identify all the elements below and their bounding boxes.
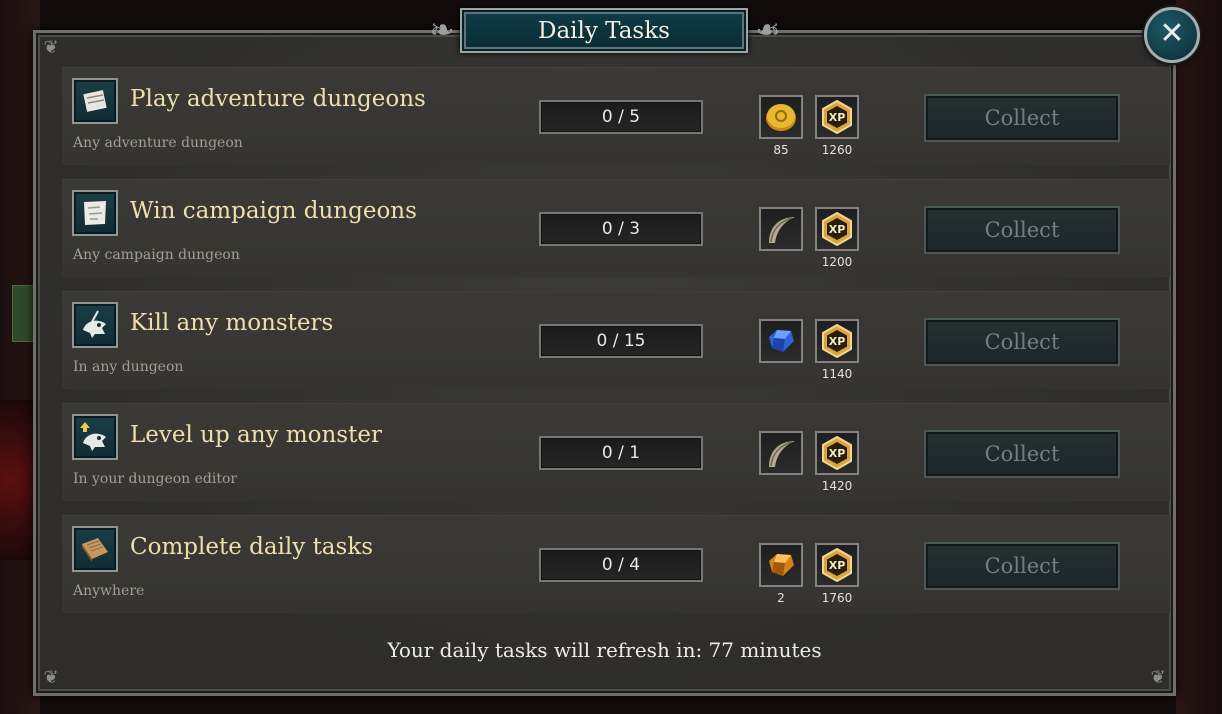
task-progress: 0 / 4 [539,548,703,582]
task-subtitle: Any campaign dungeon [73,247,240,263]
xp-amount: 1760 [821,591,853,605]
background-glow [0,400,34,560]
task-title: Win campaign dungeons [130,198,417,224]
monster-skull-icon [72,302,118,348]
task-title: Play adventure dungeons [130,86,426,112]
close-icon: ✕ [1159,16,1185,51]
task-subtitle: In any dungeon [73,359,184,375]
corner-ornament-icon: ❦ [43,37,59,58]
task-progress: 0 / 1 [539,436,703,470]
title-ornament-right-icon: ❧ [755,13,781,48]
horn-icon [759,431,803,475]
task-subtitle: Anywhere [73,583,145,599]
collect-button[interactable]: Collect [924,542,1120,590]
svg-text:XP: XP [829,223,846,236]
campaign-map-icon [72,190,118,236]
task-subtitle: In your dungeon editor [73,471,238,487]
task-row: Win campaign dungeons Any campaign dunge… [62,179,1170,277]
task-progress: 0 / 15 [539,324,703,358]
xp-amount: 1200 [821,255,853,269]
reward-amount: 85 [773,143,789,157]
xp-amount: 1140 [821,367,853,381]
xp-icon: XP [815,207,859,251]
xp-amount: 1260 [821,143,853,157]
horn-icon [759,207,803,251]
panel-title: Daily Tasks [460,8,748,53]
task-book-icon [72,526,118,572]
task-row: Complete daily tasks Anywhere 0 / 4 2 XP… [62,515,1170,613]
blue-gem-icon [759,319,803,363]
task-row: Kill any monsters In any dungeon 0 / 15 … [62,291,1170,389]
task-subtitle: Any adventure dungeon [73,135,243,151]
task-progress: 0 / 5 [539,100,703,134]
xp-icon: XP [815,431,859,475]
task-title: Kill any monsters [130,310,334,336]
collect-button[interactable]: Collect [924,206,1120,254]
xp-amount: 1420 [821,479,853,493]
task-row: Level up any monster In your dungeon edi… [62,403,1170,501]
svg-text:XP: XP [829,335,846,348]
xp-icon: XP [815,543,859,587]
collect-button[interactable]: Collect [924,94,1120,142]
dungeon-map-icon [72,78,118,124]
gold-coin-icon [759,95,803,139]
task-progress: 0 / 3 [539,212,703,246]
reward-amount: 2 [777,591,785,605]
collect-button[interactable]: Collect [924,430,1120,478]
corner-ornament-icon: ❦ [43,667,59,688]
refresh-timer-text: Your daily tasks will refresh in: 77 min… [387,638,822,662]
xp-icon: XP [815,319,859,363]
close-button[interactable]: ✕ [1144,7,1200,63]
task-title: Level up any monster [130,422,382,448]
collect-button[interactable]: Collect [924,318,1120,366]
task-title: Complete daily tasks [130,534,374,560]
svg-text:XP: XP [829,559,846,572]
orange-gem-icon [759,543,803,587]
title-ornament-left-icon: ❧ [429,13,455,48]
task-row: Play adventure dungeons Any adventure du… [62,67,1170,165]
svg-text:XP: XP [829,447,846,460]
svg-text:XP: XP [829,111,846,124]
xp-icon: XP [815,95,859,139]
monster-level-up-icon [72,414,118,460]
corner-ornament-icon: ❦ [1150,667,1166,688]
background-right [1176,0,1222,714]
